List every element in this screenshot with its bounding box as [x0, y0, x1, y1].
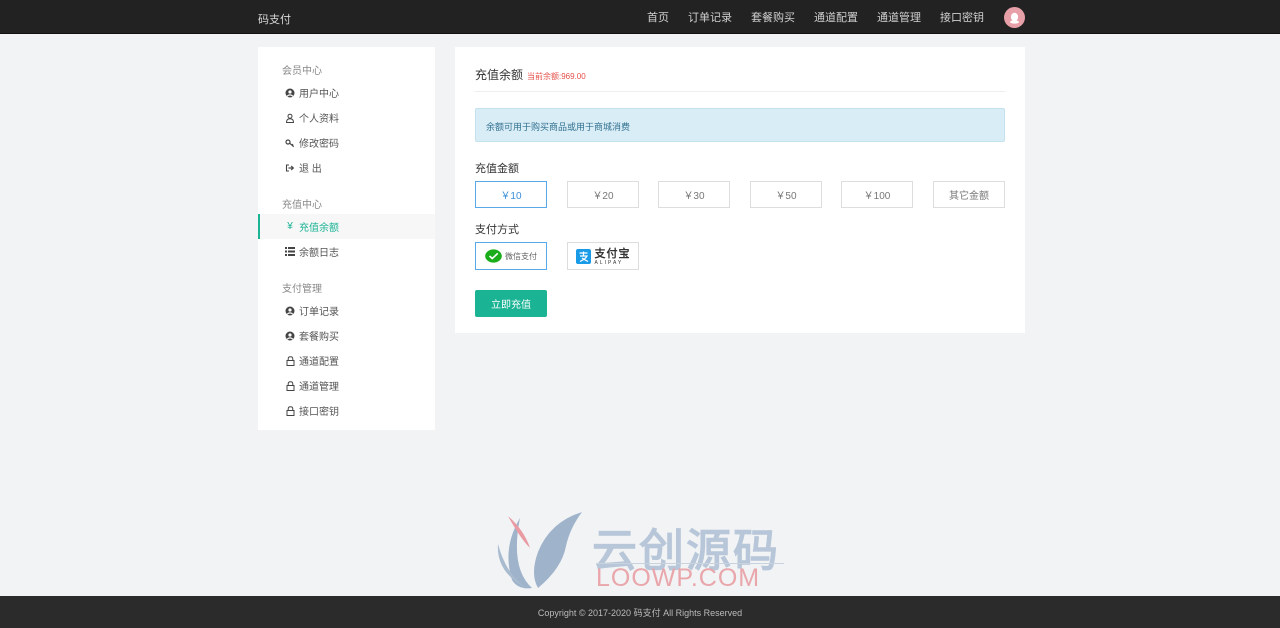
sidebar-group-member: 会员中心 [282, 66, 322, 77]
lock-icon [284, 380, 296, 391]
nav-packages[interactable]: 套餐购买 [751, 9, 795, 25]
sidebar-item-user-center[interactable]: 用户中心 [258, 80, 435, 105]
footer-copyright: Copyright © 2017-2020 码支付 All Rights Res… [537, 607, 743, 618]
amount-label: 充值金额 [475, 163, 519, 175]
sidebar-item-orders[interactable]: 订单记录 [258, 298, 435, 323]
alipay-icon [575, 248, 591, 264]
user-circle-icon [284, 331, 296, 341]
wechat-pay-icon [485, 249, 502, 263]
panel-header: 充值余额 当前余额:969.00 [475, 66, 1005, 92]
nav-home[interactable]: 首页 [647, 9, 669, 25]
nav-channel-config[interactable]: 通道配置 [814, 9, 858, 25]
wechat-pay-label: 微信支付 [505, 251, 537, 261]
sidebar-item-label: 退 出 [299, 164, 322, 175]
amount-option-100[interactable]: ￥100 [841, 181, 913, 208]
lock-icon [284, 355, 296, 366]
key-icon [284, 138, 296, 148]
top-navbar: 码支付 首页 订单记录 套餐购买 通道配置 通道管理 接口密钥 [0, 0, 1280, 34]
sidebar-item-recharge-balance[interactable]: ¥ 充值余额 [258, 214, 435, 239]
user-avatar[interactable] [1004, 7, 1025, 28]
sidebar-item-label: 订单记录 [299, 307, 339, 318]
sidebar-item-label: 通道配置 [299, 357, 339, 368]
user-circle-icon [284, 88, 296, 98]
sidebar-item-label: 个人资料 [299, 114, 339, 125]
sidebar-item-packages[interactable]: 套餐购买 [258, 323, 435, 348]
recharge-panel: 充值余额 当前余额:969.00 余额可用于购买商品或用于商城消费 充值金额 ￥… [455, 47, 1025, 333]
sidebar-item-label: 用户中心 [299, 89, 339, 100]
sidebar-item-label: 接口密钥 [299, 407, 339, 418]
pay-option-alipay[interactable]: 支付宝 ALIPAY [567, 242, 639, 270]
info-alert: 余额可用于购买商品或用于商城消费 [475, 108, 1005, 142]
alipay-label-group: 支付宝 ALIPAY [594, 246, 631, 267]
nav-channel-manage[interactable]: 通道管理 [877, 9, 921, 25]
watermark-en-text: LOOWP.COM [596, 564, 761, 592]
amount-option-20[interactable]: ￥20 [567, 181, 639, 208]
sidebar-item-balance-log[interactable]: 余额日志 [258, 239, 435, 264]
yen-icon: ¥ [287, 221, 293, 232]
nav-orders[interactable]: 订单记录 [688, 9, 732, 25]
alipay-sub-label: ALIPAY [594, 260, 624, 266]
pay-method-label: 支付方式 [475, 224, 519, 236]
sidebar-item-channel-config[interactable]: 通道配置 [258, 348, 435, 373]
sidebar-item-label: 充值余额 [299, 223, 339, 234]
sign-out-icon [284, 163, 296, 173]
user-icon [284, 113, 296, 123]
sidebar-item-profile[interactable]: 个人资料 [258, 105, 435, 130]
sidebar-item-logout[interactable]: 退 出 [258, 155, 435, 180]
footer: Copyright © 2017-2020 码支付 All Rights Res… [0, 596, 1280, 628]
amount-option-10[interactable]: ￥10 [475, 181, 547, 208]
pay-option-wechat[interactable]: 微信支付 [475, 242, 547, 270]
brand-link[interactable]: 码支付 [258, 11, 291, 27]
nav-api-key[interactable]: 接口密钥 [940, 9, 984, 25]
sidebar-item-change-password[interactable]: 修改密码 [258, 130, 435, 155]
sidebar-item-label: 通道管理 [299, 382, 339, 393]
sidebar-group-payment: 支付管理 [282, 284, 322, 295]
current-balance: 当前余额:969.00 [527, 72, 586, 81]
sidebar-item-api-key[interactable]: 接口密钥 [258, 398, 435, 423]
watermark-logo-icon [497, 512, 582, 589]
qq-avatar-icon [1010, 12, 1019, 24]
alipay-label: 支付宝 [594, 248, 631, 260]
sidebar-item-label: 余额日志 [299, 248, 339, 259]
watermark: 云创源码 LOOWP.COM [490, 508, 790, 598]
lock-icon [284, 405, 296, 416]
list-icon [284, 247, 296, 256]
sidebar-item-label: 套餐购买 [299, 332, 339, 343]
sidebar-item-label: 修改密码 [299, 139, 339, 150]
main-nav: 首页 订单记录 套餐购买 通道配置 通道管理 接口密钥 [628, 0, 984, 34]
sidebar-group-recharge: 充值中心 [282, 200, 322, 211]
amount-option-30[interactable]: ￥30 [658, 181, 730, 208]
sidebar-item-channel-manage[interactable]: 通道管理 [258, 373, 435, 398]
user-circle-icon [284, 306, 296, 316]
amount-option-custom[interactable]: 其它金额 [933, 181, 1005, 208]
amount-option-50[interactable]: ￥50 [750, 181, 822, 208]
sidebar: 会员中心 用户中心 个人资料 修改密码 退 出 充值中心 ¥ 充值余额 余额日志… [258, 47, 435, 430]
recharge-submit-button[interactable]: 立即充值 [475, 290, 547, 317]
page-title: 充值余额 [475, 68, 524, 82]
